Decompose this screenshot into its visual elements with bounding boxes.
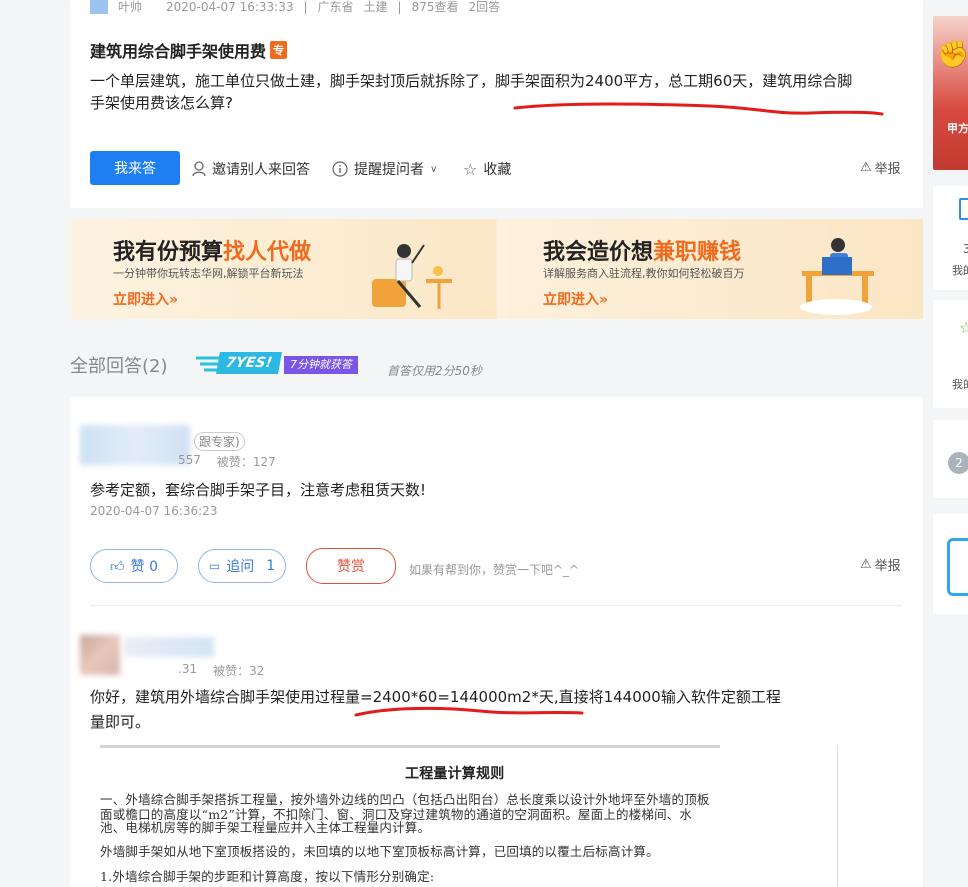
banner-right-sub: 详解服务商入驻流程,教你如何轻松破百万 (543, 267, 745, 280)
warning-icon: ⚠ (860, 557, 872, 572)
yes-badge: 7YES! 7分钟就获答 (196, 352, 376, 376)
answerer-name[interactable] (124, 637, 214, 657)
user-icon (192, 161, 206, 177)
remind-link[interactable]: 提醒提问者 ∨ (332, 159, 437, 179)
divider: | (303, 0, 308, 14)
doc-cutoff-line (100, 745, 720, 748)
doc-icon (959, 198, 968, 220)
doc-p3: 池、电梯机房等的脚手架工程量应并入主体工程量内计算。 (100, 820, 431, 835)
answer2-stats: .31 被赞：32 (178, 662, 264, 679)
star-icon: ☆ (959, 318, 968, 337)
report-label: 举报 (874, 162, 901, 177)
banner-right-title-b: 兼职赚钱 (653, 240, 742, 265)
expert-tag: 跟专家) (194, 432, 245, 451)
sidebar-ad-text: 甲方 (947, 122, 968, 135)
person-computer-illustration (800, 238, 874, 315)
person-desk-illustration (372, 244, 452, 309)
sidebar-card-4[interactable] (933, 514, 968, 614)
promo-banner: 我有份预算找人代做 一分钟带你玩转志华网,解锁平台新玩法 立即进入» 我会造价想… (70, 219, 923, 319)
doc-p5: 1.外墙综合脚手架的步距和计算高度，按以下情形分别确定: (100, 869, 435, 884)
answer1-report[interactable]: ⚠ 举报 (860, 555, 901, 574)
thumbs-up-icon: 👍︎ (110, 558, 125, 575)
remind-label: 提醒提问者 (354, 162, 424, 178)
favorite-label: 收藏 (483, 162, 512, 178)
banner-left-title-b: 找人代做 (223, 240, 312, 265)
answer1-time: 2020-04-07 16:36:23 (90, 504, 218, 518)
banner-left-title-a: 我有份预算 (113, 240, 224, 265)
followup-button[interactable]: ▭ 追问 1 (198, 549, 286, 583)
answer2-stat-b: 被赞：32 (213, 664, 265, 678)
like-label: 赞 0 (130, 559, 158, 575)
report-link[interactable]: ⚠ 举报 (860, 158, 901, 177)
answer1-stat-b: 被赞：127 (216, 455, 276, 469)
answers-count: 2回答 (468, 0, 501, 14)
answers-header: 全部回答(2) (70, 356, 168, 377)
sidebar-label: 我的 (952, 378, 968, 391)
sidebar-card-2[interactable]: ☆ 我的 (933, 300, 968, 408)
banner-right-title[interactable]: 我会造价想兼职赚钱 (543, 234, 741, 266)
answer1-text: 参考定额，套综合脚手架子目，注意考虑租赁天数! (90, 481, 427, 499)
invite-label: 邀请别人来回答 (212, 162, 310, 178)
red-underline-annotation (354, 706, 584, 717)
answer1-stat-a: 557 (178, 453, 201, 467)
doc-right-border (837, 745, 838, 887)
banner-left-sub: 一分钟带你玩转志华网,解锁平台新玩法 (113, 267, 304, 280)
sidebar-count: 3 (963, 242, 968, 256)
report-label: 举报 (874, 559, 901, 574)
yes-badge-sub: 7分钟就获答 (284, 356, 358, 374)
answer-button[interactable]: 我来答 (90, 151, 180, 185)
avatar[interactable] (80, 425, 190, 465)
info-icon (332, 161, 348, 177)
sidebar-card-1[interactable]: 3 我的 (933, 186, 968, 290)
reward-hint: 如果有帮到你，赞赏一下吧^_^ (409, 563, 580, 577)
question-body-line2: 手架使用费该怎么算? (90, 94, 233, 112)
banner-left-enter[interactable]: 立即进入» (113, 289, 178, 309)
avatar[interactable] (80, 635, 120, 675)
question-card: 叶帅 2020-04-07 16:33:33 | 广东省 土建 | 875查看 … (70, 0, 923, 208)
pro-badge: 专 (270, 41, 288, 59)
views: 875查看 (411, 0, 459, 14)
followup-count: 1 (266, 558, 276, 574)
comment-icon: ▭ (208, 559, 221, 573)
question-meta: 叶帅 2020-04-07 16:33:33 | 广东省 土建 | 875查看 … (90, 0, 500, 15)
sidebar-card-3[interactable]: 2 (933, 420, 968, 498)
medal-icon: 2 (948, 452, 968, 474)
question-body-line1: 一个单层建筑，施工单位只做土建，脚手架封顶后就拆除了，脚手架面积为2400平方，… (90, 72, 853, 90)
fist-icon: ✊ (937, 40, 968, 70)
avatar[interactable] (90, 0, 108, 14)
answer2-stat-a: .31 (178, 662, 198, 676)
category: 土建 (363, 0, 388, 14)
answer1-stats: 557 被赞：127 (178, 453, 276, 470)
answer2-text-line2: 量即可。 (90, 713, 151, 731)
doc-heading: 工程量计算规则 (405, 766, 505, 782)
banner-right-title-a: 我会造价想 (543, 240, 654, 265)
divider: | (397, 0, 402, 14)
like-button[interactable]: 👍︎ 赞 0 (90, 549, 178, 583)
invite-link[interactable]: 邀请别人来回答 (192, 159, 310, 179)
warning-icon: ⚠ (860, 160, 872, 175)
question-title-text: 建筑用综合脚手架使用费 (90, 42, 267, 61)
sidebar-ad[interactable]: ✊ 甲方 (933, 16, 968, 170)
followup-label: 追问 (226, 559, 255, 575)
asker-name[interactable]: 叶帅 (118, 0, 142, 15)
answer-divider (90, 605, 902, 606)
banner-left-title[interactable]: 我有份预算找人代做 (113, 234, 311, 266)
doc-p4: 外墙脚手架如从地下室顶板搭设的，未回填的以地下室顶板标高计算，已回填的以覆土后标… (100, 844, 659, 859)
calendar-icon (947, 538, 968, 596)
sidebar-label: 我的 (952, 264, 968, 277)
chevron-down-icon: ∨ (430, 163, 438, 175)
first-reply-time: 首答仅用2分50秒 (387, 364, 482, 378)
location: 广东省 (317, 0, 354, 14)
reward-button[interactable]: 赞赏 (306, 548, 396, 584)
favorite-link[interactable]: ☆ 收藏 (463, 159, 511, 179)
yes-badge-main: 7YES! (216, 352, 282, 374)
red-underline-annotation (513, 102, 884, 116)
question-time: 2020-04-07 16:33:33 (166, 0, 294, 14)
banner-right-enter[interactable]: 立即进入» (543, 289, 608, 309)
question-title: 建筑用综合脚手架使用费 专 (90, 38, 288, 62)
star-icon: ☆ (463, 159, 478, 179)
answer-attachment-image[interactable]: 工程量计算规则 一、外墙综合脚手架搭拆工程量，按外墙外边线的凹凸（包括凸出阳台）… (70, 745, 842, 887)
